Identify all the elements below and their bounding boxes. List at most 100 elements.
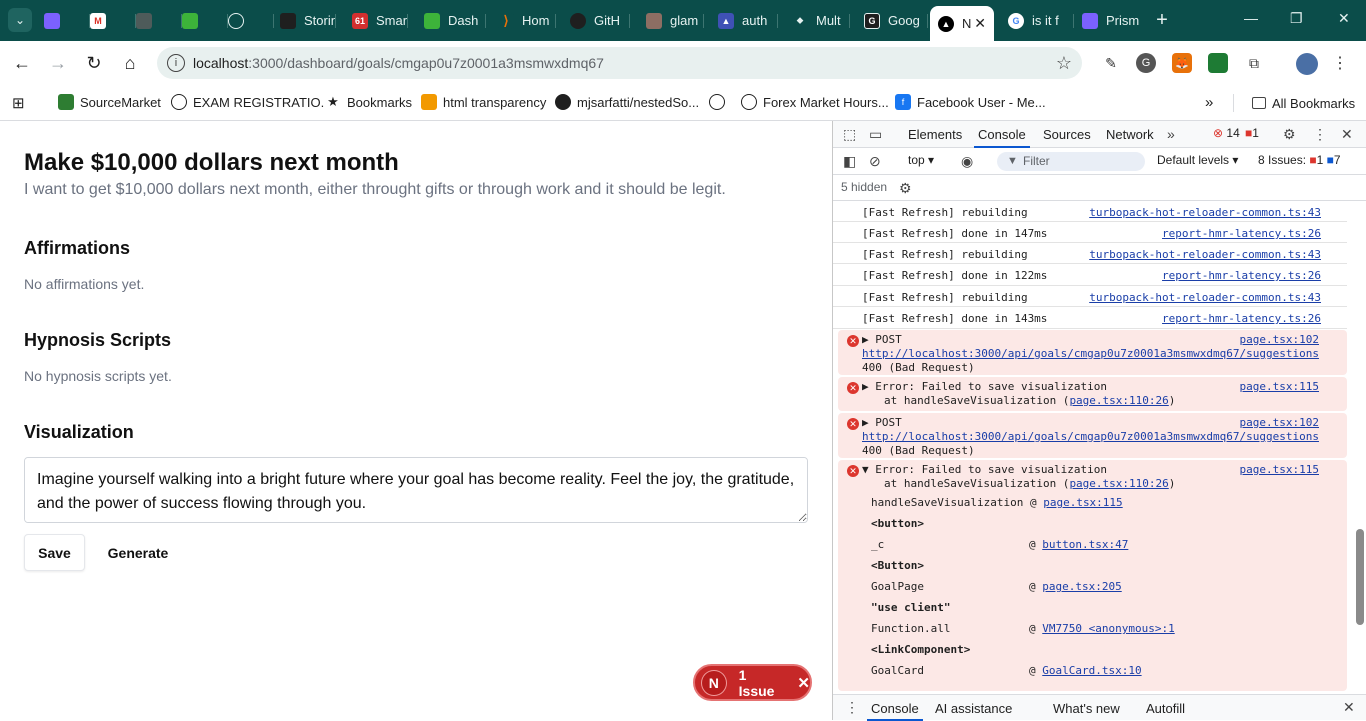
close-window-icon[interactable]: ✕	[1338, 10, 1350, 27]
all-bookmarks[interactable]: All Bookmarks	[1233, 94, 1355, 112]
browser-tab[interactable]: glam	[640, 6, 704, 35]
bookmark-item[interactable]: Forex Market Hours...	[741, 94, 889, 110]
source-link[interactable]: report-hmr-latency.ts:26	[1162, 312, 1321, 325]
stack-link[interactable]: button.tsx:47	[1042, 538, 1128, 551]
source-link[interactable]: page.tsx:102	[1240, 333, 1319, 346]
stack-link[interactable]: GoalCard.tsx:10	[1042, 664, 1141, 677]
bookmark-item[interactable]: f Facebook User - Me...	[895, 94, 1046, 110]
console-scrollbar[interactable]	[1356, 529, 1364, 625]
source-link[interactable]: turbopack-hot-reloader-common.ts:43	[1089, 248, 1321, 261]
stack-link[interactable]: page.tsx:205	[1042, 580, 1121, 593]
url-text[interactable]: localhost:3000/dashboard/goals/cmgap0u7z…	[193, 55, 604, 71]
source-link[interactable]: page.tsx:102	[1240, 416, 1319, 429]
menu-icon[interactable]: ⋮	[1330, 53, 1350, 73]
stack-link[interactable]: page.tsx:110:26	[1069, 394, 1168, 407]
devtools-menu-icon[interactable]: ⋮	[1313, 126, 1327, 143]
source-link[interactable]: page.tsx:115	[1240, 463, 1319, 476]
back-icon[interactable]: ←	[10, 51, 34, 75]
drawer-tab-ai-assistance[interactable]: AI assistance	[935, 701, 1012, 716]
browser-tab[interactable]	[228, 6, 274, 35]
browser-tab[interactable]: Storin	[274, 6, 336, 35]
browser-tab-active[interactable]: ▲ N ✕	[930, 6, 994, 41]
inspect-element-icon[interactable]: ⬚	[843, 126, 856, 143]
console-settings-icon[interactable]: ⚙	[899, 180, 912, 197]
browser-tab[interactable]	[44, 6, 90, 35]
expand-arrow-icon[interactable]: ▶	[862, 416, 875, 429]
profile-avatar[interactable]	[1296, 53, 1318, 75]
browser-tab[interactable]: Dash	[418, 6, 486, 35]
browser-tab[interactable]: ▲ auth	[712, 6, 778, 35]
browser-tab[interactable]: Prism	[1076, 6, 1142, 35]
close-tab-icon[interactable]: ✕	[974, 15, 986, 32]
source-link[interactable]: turbopack-hot-reloader-common.ts:43	[1089, 291, 1321, 304]
visualization-textarea[interactable]: Imagine yourself walking into a bright f…	[24, 457, 808, 523]
bookmark-item[interactable]: html transparency	[421, 94, 546, 110]
browser-tab[interactable]	[182, 6, 228, 35]
source-link[interactable]: page.tsx:115	[1240, 380, 1319, 393]
bookmark-item[interactable]	[709, 94, 731, 110]
browser-tab[interactable]: 61 Smar	[346, 6, 408, 35]
tab-sources[interactable]: Sources	[1043, 127, 1091, 142]
forward-icon[interactable]: →	[46, 51, 70, 75]
tab-network[interactable]: Network	[1106, 127, 1154, 142]
address-bar[interactable]: i localhost:3000/dashboard/goals/cmgap0u…	[157, 47, 1082, 79]
maximize-icon[interactable]: ❐	[1290, 10, 1303, 27]
site-info-icon[interactable]: i	[167, 54, 185, 72]
clear-console-icon[interactable]: ⊘	[869, 153, 881, 170]
browser-tab[interactable]: GitH	[564, 6, 630, 35]
source-link[interactable]: turbopack-hot-reloader-common.ts:43	[1089, 206, 1321, 219]
browser-tab[interactable]: G Goog	[858, 6, 928, 35]
extension-icon[interactable]	[1208, 53, 1228, 73]
live-expression-eye-icon[interactable]: ◉	[961, 153, 973, 170]
bookmark-item[interactable]: SourceMarket	[58, 94, 161, 110]
new-tab-button[interactable]: +	[1150, 8, 1174, 32]
stack-link[interactable]: page.tsx:110:26	[1069, 477, 1168, 490]
dismiss-issues-icon[interactable]: ✕	[797, 674, 810, 692]
collapse-arrow-icon[interactable]: ▼	[862, 463, 875, 476]
drawer-tab-console[interactable]: Console	[867, 701, 923, 721]
reload-icon[interactable]: ↻	[82, 51, 106, 75]
warning-counter[interactable]: ■1	[1245, 126, 1259, 140]
tab-search-icon[interactable]: ⌄	[8, 8, 32, 32]
stack-link[interactable]: VM7750 <anonymous>:1	[1042, 622, 1174, 635]
extensions-puzzle-icon[interactable]: ⧉	[1244, 53, 1264, 73]
settings-gear-icon[interactable]: ⚙	[1283, 126, 1296, 143]
home-icon[interactable]: ⌂	[118, 51, 142, 75]
expand-arrow-icon[interactable]: ▶	[862, 333, 875, 346]
request-url-link[interactable]: http://localhost:3000/api/goals/cmgap0u7…	[862, 347, 1319, 360]
more-tabs-icon[interactable]: »	[1167, 126, 1175, 142]
issue-count-label[interactable]: 1 Issue	[739, 667, 786, 699]
browser-tab[interactable]: Gis it f	[1002, 6, 1074, 35]
close-drawer-icon[interactable]: ✕	[1343, 699, 1355, 716]
minimize-icon[interactable]: —	[1244, 10, 1258, 26]
issues-counter[interactable]: 8 Issues: ■1 ■7	[1258, 153, 1341, 167]
expand-arrow-icon[interactable]: ▶	[862, 380, 875, 393]
source-link[interactable]: report-hmr-latency.ts:26	[1162, 227, 1321, 240]
drawer-menu-icon[interactable]: ⋮	[845, 699, 859, 716]
extension-pen-icon[interactable]: ✎	[1101, 53, 1121, 73]
more-bookmarks-icon[interactable]: »	[1205, 94, 1213, 111]
browser-tab[interactable]	[136, 6, 182, 35]
generate-button[interactable]: Generate	[96, 534, 180, 571]
device-toolbar-icon[interactable]: ▭	[869, 126, 882, 143]
error-counter[interactable]: ⊗ 14	[1213, 126, 1240, 140]
tab-elements[interactable]: Elements	[908, 127, 962, 142]
browser-tab[interactable]: ⬥ Mult	[786, 6, 850, 35]
context-select[interactable]: top ▾	[908, 153, 934, 167]
request-url-link[interactable]: http://localhost:3000/api/goals/cmgap0u7…	[862, 430, 1319, 443]
sidebar-toggle-icon[interactable]: ◧	[843, 153, 856, 170]
source-link[interactable]: report-hmr-latency.ts:26	[1162, 269, 1321, 282]
close-devtools-icon[interactable]: ✕	[1341, 126, 1353, 143]
grammarly-icon[interactable]: G	[1136, 53, 1156, 73]
console-filter-input[interactable]: ▼ Filter	[997, 152, 1145, 171]
metamask-icon[interactable]: 🦊	[1172, 53, 1192, 73]
drawer-tab-whats-new[interactable]: What's new	[1053, 701, 1120, 716]
drawer-tab-autofill[interactable]: Autofill	[1146, 701, 1185, 716]
bookmark-star-icon[interactable]: ☆	[1056, 53, 1072, 74]
save-button[interactable]: Save	[24, 534, 85, 571]
browser-tab[interactable]: ⟩ Hom	[492, 6, 556, 35]
tab-console[interactable]: Console	[974, 127, 1030, 148]
bookmark-item[interactable]: ★ Bookmarks	[325, 94, 412, 110]
bookmark-item[interactable]: mjsarfatti/nestedSo...	[555, 94, 699, 110]
browser-tab[interactable]: M	[90, 6, 136, 35]
